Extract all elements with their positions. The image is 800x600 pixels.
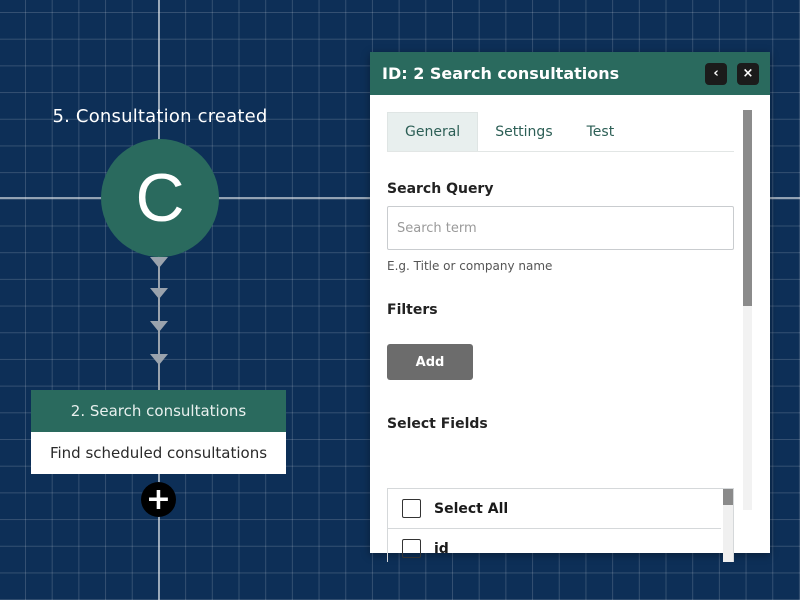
field-label: Select All bbox=[434, 500, 509, 517]
tab-general[interactable]: General bbox=[387, 112, 479, 151]
close-panel-button[interactable]: × bbox=[737, 62, 759, 85]
field-checkbox[interactable] bbox=[402, 539, 421, 558]
add-filter-button[interactable]: Add bbox=[387, 344, 473, 380]
add-step-button[interactable]: + bbox=[141, 482, 176, 517]
step-node[interactable]: 2. Search consultations Find scheduled c… bbox=[31, 390, 286, 474]
fields-list: Select All id bbox=[387, 488, 734, 562]
search-query-input[interactable] bbox=[387, 206, 734, 250]
search-query-label: Search Query bbox=[387, 181, 494, 197]
step-node-description[interactable]: Find scheduled consultations bbox=[31, 432, 286, 474]
filters-label: Filters bbox=[387, 302, 438, 318]
trigger-title: 5. Consultation created bbox=[52, 106, 268, 127]
select-all-checkbox[interactable] bbox=[402, 499, 421, 518]
collapse-panel-button[interactable]: ‹ bbox=[705, 62, 727, 85]
connector-arrow-icon bbox=[150, 288, 168, 299]
plus-icon: + bbox=[145, 481, 172, 517]
list-item[interactable]: id bbox=[388, 529, 721, 562]
list-item[interactable]: Select All bbox=[388, 489, 721, 529]
tab-settings[interactable]: Settings bbox=[478, 112, 569, 151]
field-label: id bbox=[434, 540, 449, 557]
connector-arrow-icon bbox=[150, 257, 168, 268]
chevron-left-icon: ‹ bbox=[713, 66, 719, 81]
trigger-node[interactable]: C bbox=[101, 139, 219, 257]
connector-arrow-icon bbox=[150, 354, 168, 365]
panel-header: ID: 2 Search consultations ‹ × bbox=[370, 52, 770, 95]
panel-scrollbar-thumb[interactable] bbox=[743, 110, 752, 306]
tab-test[interactable]: Test bbox=[570, 112, 632, 151]
panel-title: ID: 2 Search consultations bbox=[382, 64, 620, 83]
step-node-header[interactable]: 2. Search consultations bbox=[31, 390, 286, 432]
fields-scrollbar-thumb[interactable] bbox=[723, 489, 733, 505]
panel-tabs: General Settings Test bbox=[387, 112, 734, 152]
step-config-panel: ID: 2 Search consultations ‹ × General S… bbox=[370, 52, 770, 562]
trigger-letter: C bbox=[135, 160, 185, 236]
select-fields-label: Select Fields bbox=[387, 416, 488, 432]
panel-content: General Settings Test Search Query E.g. … bbox=[387, 112, 734, 562]
close-icon: × bbox=[742, 66, 754, 81]
connector-arrow-icon bbox=[150, 321, 168, 332]
search-query-hint: E.g. Title or company name bbox=[387, 259, 553, 273]
